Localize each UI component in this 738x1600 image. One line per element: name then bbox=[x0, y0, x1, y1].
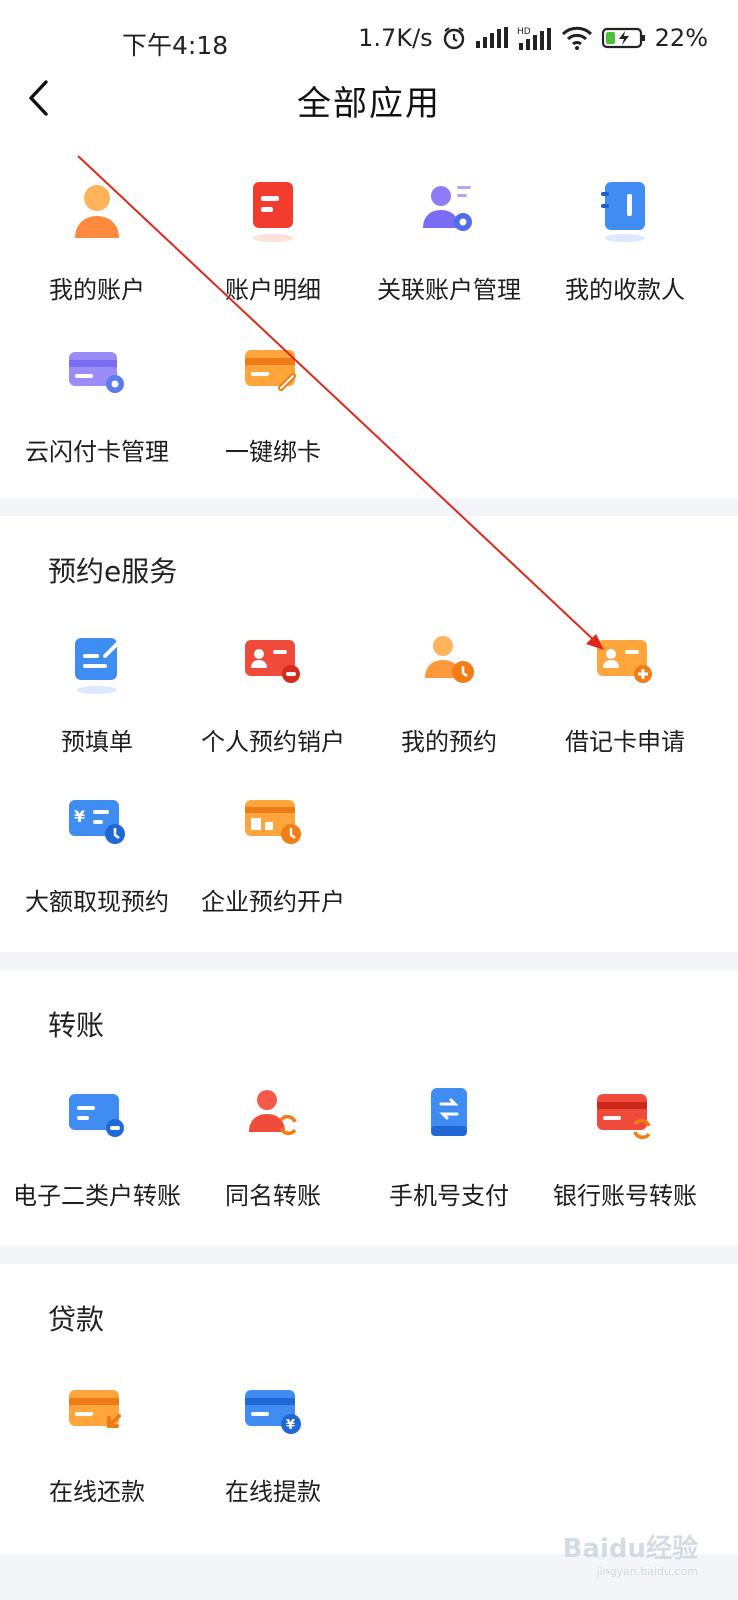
id-card-plus-icon bbox=[589, 628, 661, 700]
app-online-withdraw[interactable]: ¥ 在线提款 bbox=[183, 1378, 363, 1518]
card-yuan-icon: ¥ bbox=[237, 1378, 309, 1450]
card-minus-icon bbox=[61, 1082, 133, 1154]
app-label: 企业预约开户 bbox=[201, 888, 345, 916]
status-icons: 1.7K/s HD 22% bbox=[358, 24, 708, 52]
app-label: 关联账户管理 bbox=[377, 276, 521, 304]
app-business-account-reserve[interactable]: 企业预约开户 bbox=[183, 788, 363, 928]
status-bar: 下午4:18 1.7K/s HD 22% bbox=[0, 0, 738, 72]
app-linked-account-manage[interactable]: 关联账户管理 bbox=[359, 176, 539, 316]
card-settings-icon bbox=[61, 338, 133, 410]
id-card-minus-icon bbox=[237, 628, 309, 700]
section-divider bbox=[0, 1246, 738, 1264]
section-transfer: 转账 电子二类户转账 同名转账 手机号支付 银行账号转账 bbox=[0, 970, 738, 1246]
form-pen-icon bbox=[61, 628, 133, 700]
contact-book-icon bbox=[589, 176, 661, 248]
section-accounts: 我的账户 账户明细 关联账户管理 我的收款人 云闪付卡管理 一键绑卡 bbox=[0, 142, 738, 498]
app-label: 云闪付卡管理 bbox=[25, 438, 169, 466]
person-clock-icon bbox=[413, 628, 485, 700]
app-quickpass-card-manage[interactable]: 云闪付卡管理 bbox=[7, 338, 187, 478]
app-label: 银行账号转账 bbox=[553, 1182, 697, 1210]
document-list-icon bbox=[237, 176, 309, 248]
page-title: 全部应用 bbox=[297, 84, 441, 124]
building-clock-icon bbox=[237, 788, 309, 860]
person-exchange-icon bbox=[237, 1082, 309, 1154]
person-icon bbox=[61, 176, 133, 248]
app-label: 大额取现预约 bbox=[25, 888, 169, 916]
card-return-icon bbox=[61, 1378, 133, 1450]
app-label: 我的预约 bbox=[401, 728, 497, 756]
app-label: 我的收款人 bbox=[565, 276, 685, 304]
app-bank-account-transfer[interactable]: 银行账号转账 bbox=[535, 1082, 715, 1222]
alarm-icon bbox=[441, 25, 467, 51]
app-label: 我的账户 bbox=[49, 276, 145, 304]
section-title: 转账 bbox=[48, 1009, 105, 1042]
app-label: 在线提款 bbox=[225, 1478, 321, 1506]
app-label: 在线还款 bbox=[49, 1478, 145, 1506]
section-reservation: 预约e服务 预填单 个人预约销户 我的预约 借记卡申请 ¥ 大额取现预约 企业预… bbox=[0, 516, 738, 952]
signal-icon bbox=[475, 27, 509, 49]
app-account-detail[interactable]: 账户明细 bbox=[183, 176, 363, 316]
section-title: 贷款 bbox=[48, 1303, 105, 1336]
svg-text:¥: ¥ bbox=[74, 807, 85, 826]
net-speed: 1.7K/s bbox=[358, 24, 433, 52]
app-label: 电子二类户转账 bbox=[13, 1182, 181, 1210]
cash-clock-icon: ¥ bbox=[61, 788, 133, 860]
section-divider bbox=[0, 498, 738, 516]
app-debit-card-apply[interactable]: 借记卡申请 bbox=[535, 628, 715, 768]
watermark-text: Baidu经验 bbox=[562, 1534, 698, 1564]
app-class2-transfer[interactable]: 电子二类户转账 bbox=[7, 1082, 187, 1222]
phone-exchange-icon bbox=[413, 1082, 485, 1154]
app-phone-pay[interactable]: 手机号支付 bbox=[359, 1082, 539, 1222]
app-my-account[interactable]: 我的账户 bbox=[7, 176, 187, 316]
app-online-repay[interactable]: 在线还款 bbox=[7, 1378, 187, 1518]
app-my-payees[interactable]: 我的收款人 bbox=[535, 176, 715, 316]
svg-text:HD: HD bbox=[517, 27, 531, 37]
app-label: 个人预约销户 bbox=[201, 728, 345, 756]
section-title: 预约e服务 bbox=[48, 555, 178, 588]
svg-text:¥: ¥ bbox=[286, 1418, 295, 1433]
app-label: 账户明细 bbox=[225, 276, 321, 304]
app-large-withdrawal-reserve[interactable]: ¥ 大额取现预约 bbox=[7, 788, 187, 928]
app-label: 手机号支付 bbox=[389, 1182, 509, 1210]
app-one-click-bind-card[interactable]: 一键绑卡 bbox=[183, 338, 363, 478]
app-label: 一键绑卡 bbox=[225, 438, 321, 466]
app-label: 同名转账 bbox=[225, 1182, 321, 1210]
section-divider bbox=[0, 952, 738, 970]
app-label: 借记卡申请 bbox=[565, 728, 685, 756]
app-same-name-transfer[interactable]: 同名转账 bbox=[183, 1082, 363, 1222]
app-my-reservations[interactable]: 我的预约 bbox=[359, 628, 539, 768]
section-loan: 贷款 在线还款 ¥ 在线提款 bbox=[0, 1264, 738, 1554]
user-settings-icon bbox=[413, 176, 485, 248]
status-time: 下午4:18 bbox=[122, 31, 229, 60]
battery-percent: 22% bbox=[654, 24, 708, 52]
hd-signal-icon: HD bbox=[517, 25, 553, 51]
card-exchange-icon bbox=[589, 1082, 661, 1154]
card-link-icon bbox=[237, 338, 309, 410]
app-label: 预填单 bbox=[61, 728, 133, 756]
app-personal-close-account[interactable]: 个人预约销户 bbox=[183, 628, 363, 768]
watermark-sub: jingyan.baidu.com bbox=[596, 1565, 698, 1578]
wifi-icon bbox=[561, 26, 593, 50]
app-prefill-form[interactable]: 预填单 bbox=[7, 628, 187, 768]
battery-icon bbox=[601, 26, 647, 50]
watermark-logo: Baidu经验 jingyan.baidu.com bbox=[563, 1528, 698, 1578]
